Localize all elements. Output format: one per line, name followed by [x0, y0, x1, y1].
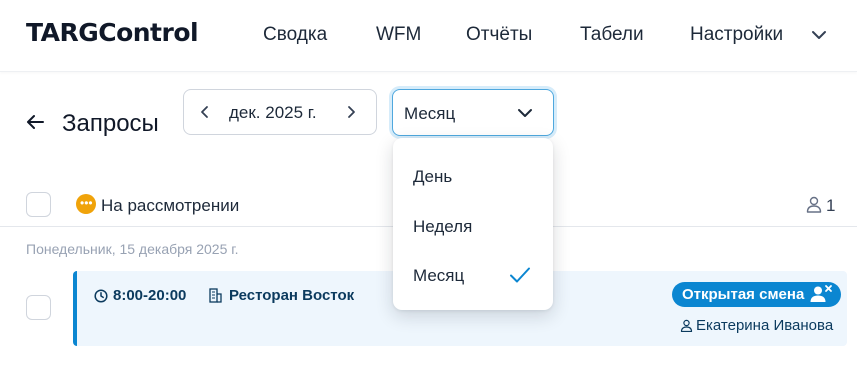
open-shift-badge: Открытая смена	[672, 282, 841, 307]
arrow-left-icon[interactable]	[25, 113, 45, 131]
badge-label: Открытая смена	[682, 286, 805, 303]
app-logo[interactable]: TARGControl	[26, 18, 199, 47]
status-group-label: На рассмотрении	[101, 196, 240, 215]
user-icon	[680, 319, 693, 332]
view-mode-select[interactable]: Месяц	[392, 89, 554, 136]
assignee-name: Екатерина Иванова	[696, 317, 834, 334]
request-checkbox[interactable]	[26, 295, 51, 320]
clock-icon	[94, 289, 108, 303]
check-icon	[510, 267, 530, 283]
view-mode-value: Месяц	[404, 104, 456, 123]
nav-item-timesheets[interactable]: Табели	[580, 24, 644, 46]
chevron-down-icon	[518, 109, 532, 117]
period-label: дек. 2025 г.	[229, 103, 317, 122]
status-pending-icon: •••	[76, 194, 96, 214]
view-mode-dropdown: День Неделя Месяц	[393, 138, 553, 310]
chevron-left-icon[interactable]	[198, 103, 212, 121]
dropdown-option-day[interactable]: День	[393, 153, 553, 199]
option-label: Неделя	[413, 217, 473, 236]
chevron-down-icon[interactable]	[810, 27, 828, 43]
nav-item-summary[interactable]: Сводка	[263, 24, 327, 46]
option-label: Месяц	[413, 266, 465, 285]
user-icon	[806, 196, 822, 213]
nav-item-settings[interactable]: Настройки	[690, 24, 783, 46]
select-all-checkbox[interactable]	[26, 192, 51, 217]
user-count: 1	[826, 196, 836, 215]
user-remove-icon	[810, 285, 832, 302]
dropdown-option-month[interactable]: Месяц	[393, 252, 553, 298]
date-heading: Понедельник, 15 декабря 2025 г.	[26, 241, 239, 257]
app-header: TARGControl Сводка WFM Отчёты Табели Нас…	[0, 0, 857, 72]
shift-time: 8:00-20:00	[113, 287, 187, 304]
building-icon	[209, 288, 222, 303]
chevron-right-icon[interactable]	[344, 103, 358, 121]
nav-item-wfm[interactable]: WFM	[376, 24, 421, 46]
option-label: День	[413, 167, 453, 186]
nav-item-reports[interactable]: Отчёты	[466, 24, 532, 46]
location-name: Ресторан Восток	[229, 287, 355, 304]
page-title: Запросы	[62, 110, 159, 137]
period-navigator: дек. 2025 г.	[183, 89, 377, 135]
dropdown-option-week[interactable]: Неделя	[393, 203, 553, 249]
